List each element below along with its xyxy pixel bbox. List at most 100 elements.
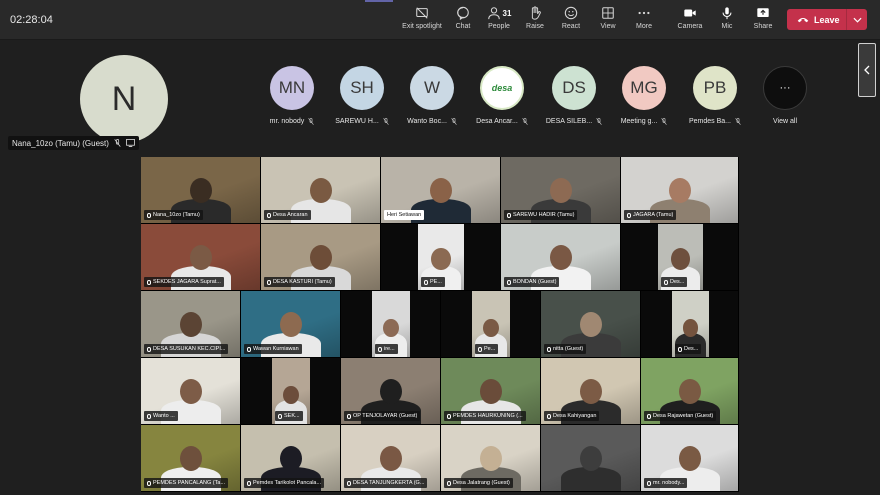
video-tile[interactable]	[541, 425, 641, 492]
people-button[interactable]: 31 People	[486, 6, 512, 36]
video-tile[interactable]: Des...	[641, 291, 739, 358]
more-button[interactable]: More	[633, 6, 655, 36]
mic-off-icon	[267, 212, 271, 218]
participant-tile[interactable]: W Wanto Boc...	[396, 66, 468, 125]
participant-face	[180, 378, 202, 404]
self-tile[interactable]: N Nana_10zo (Tamu) (Guest)	[0, 41, 245, 153]
camera-button[interactable]: Camera	[676, 6, 704, 36]
participant-tile[interactable]: DS DESA SILEB...	[538, 66, 610, 125]
mic-off-icon	[114, 139, 121, 147]
raise-hand-button[interactable]: Raise	[524, 6, 546, 36]
video-tile[interactable]: OP TENJOLAYAR (Guest)	[341, 358, 441, 425]
share-screen-icon	[757, 8, 769, 17]
participant-face	[480, 445, 502, 471]
video-tile[interactable]: SAREWU HADIR (Tamu)	[501, 157, 621, 224]
video-tile[interactable]: mr. nobody...	[641, 425, 739, 492]
video-tile[interactable]: Desa Ancaran	[261, 157, 381, 224]
view-button[interactable]: View	[597, 6, 619, 36]
participant-name: View all	[773, 118, 797, 125]
video-tile[interactable]: Nana_10zo (Tamu)	[141, 157, 261, 224]
video-tile[interactable]: Desa Rajawetan (Guest)	[641, 358, 739, 425]
mic-off-icon	[678, 346, 682, 352]
mic-off-icon	[347, 413, 351, 419]
video-tile[interactable]: JAGARA (Tamu)	[621, 157, 739, 224]
video-tile[interactable]: PE...	[381, 224, 501, 291]
participant-label: mr. nobody	[270, 118, 315, 125]
share-button[interactable]: Share	[751, 6, 775, 36]
participant-name: SAREWU H...	[335, 118, 379, 125]
video-tile[interactable]: Pe...	[441, 291, 541, 358]
collapse-panel-button[interactable]	[858, 43, 876, 97]
participant-face	[280, 445, 302, 471]
video-tile[interactable]: SEKDES JAGARA Suprat...	[141, 224, 261, 291]
view-all-button[interactable]: ··· View all	[749, 66, 821, 125]
video-tile-label: Desa Jalatrang (Guest)	[453, 480, 510, 486]
mic-button[interactable]: Mic	[716, 6, 738, 36]
participant-face	[669, 177, 691, 203]
video-tile[interactable]: ire...	[341, 291, 441, 358]
video-tile-label: DESA SUSUKAN KEC.CIPI...	[153, 346, 226, 352]
mic-off-icon	[147, 212, 151, 218]
leave-button[interactable]: Leave	[787, 9, 867, 30]
camera-label: Camera	[677, 23, 703, 30]
video-tile-name: PEMDES PANCALANG (Ta...	[144, 478, 229, 488]
video-tile[interactable]: Pemdes Tarikolot Pancala...	[241, 425, 341, 492]
video-tile[interactable]: DESA TANJUNGKERTA (G...	[341, 425, 441, 492]
participant-tile[interactable]: MN mr. nobody	[256, 66, 328, 125]
video-tile-label: Des...	[670, 279, 685, 285]
video-tile[interactable]: Wanto ...	[141, 358, 241, 425]
video-tile[interactable]: PEMDES PANCALANG (Ta...	[141, 425, 241, 492]
video-tile[interactable]: Heri Setiawan	[381, 157, 501, 224]
participant-avatar: W	[410, 66, 454, 110]
leave-options-button[interactable]	[847, 17, 867, 23]
chevron-left-icon	[864, 65, 870, 75]
video-tile[interactable]: nitta (Guest)	[541, 291, 641, 358]
chat-label: Chat	[455, 23, 471, 30]
video-tile-label: SEKDES JAGARA Suprat...	[153, 279, 221, 285]
participant-face	[280, 311, 302, 337]
react-button[interactable]: React	[560, 6, 582, 36]
participant-tile[interactable]: SH SAREWU H...	[326, 66, 398, 125]
leave-main[interactable]: Leave	[787, 9, 847, 30]
mic-off-icon	[267, 279, 271, 285]
participant-name: DESA SILEB...	[545, 118, 593, 125]
chat-button[interactable]: Chat	[452, 6, 474, 36]
video-tile[interactable]: Wawan Kurniawan	[241, 291, 341, 358]
video-tile[interactable]: SEK...	[241, 358, 341, 425]
video-tile[interactable]: DESA KASTURI (Tamu)	[261, 224, 381, 291]
self-name: Nana_10zo (Tamu) (Guest)	[12, 138, 109, 148]
exit-spotlight-button[interactable]: Exit spotlight	[401, 6, 443, 36]
self-name-tag: Nana_10zo (Tamu) (Guest)	[8, 136, 139, 150]
chevron-down-icon	[852, 17, 862, 23]
video-tile[interactable]: Desa Jalatrang (Guest)	[441, 425, 541, 492]
video-tile[interactable]: BONDAN (Guest)	[501, 224, 621, 291]
video-tile[interactable]: PEMDES HAURKUNING (...	[441, 358, 541, 425]
participant-face	[480, 378, 502, 404]
mic-off-icon	[647, 480, 651, 486]
video-tile-label: SEK...	[284, 413, 300, 419]
mic-off-icon	[522, 118, 528, 125]
raise-hand-icon	[531, 6, 541, 20]
participant-face	[679, 445, 701, 471]
participant-name: Desa Ancar...	[476, 118, 518, 125]
video-tile[interactable]: DESA SUSUKAN KEC.CIPI...	[141, 291, 241, 358]
participant-tile[interactable]: PB Pemdes Ba...	[679, 66, 751, 125]
video-tile[interactable]: Des...	[621, 224, 739, 291]
participant-face	[682, 319, 699, 337]
participant-label: View all	[773, 118, 797, 125]
participant-tile[interactable]: MG Meeting g...	[608, 66, 680, 125]
mic-off-icon	[147, 480, 151, 486]
video-tile-name: BONDAN (Guest)	[504, 277, 560, 287]
video-tile-name: Des...	[675, 344, 702, 354]
mic-off-icon	[147, 346, 151, 352]
participant-tile[interactable]: desa Desa Ancar...	[466, 66, 538, 125]
participant-label: Wanto Boc...	[407, 118, 457, 125]
video-tile-label: Nana_10zo (Tamu)	[153, 212, 200, 218]
screen-share-icon	[126, 139, 135, 147]
participant-face	[679, 378, 701, 404]
participant-face	[671, 248, 690, 270]
mic-off-icon	[647, 413, 651, 419]
video-tile[interactable]: Desa Kahiyangan	[541, 358, 641, 425]
microphone-icon	[722, 7, 732, 20]
view-label: View	[600, 23, 616, 30]
